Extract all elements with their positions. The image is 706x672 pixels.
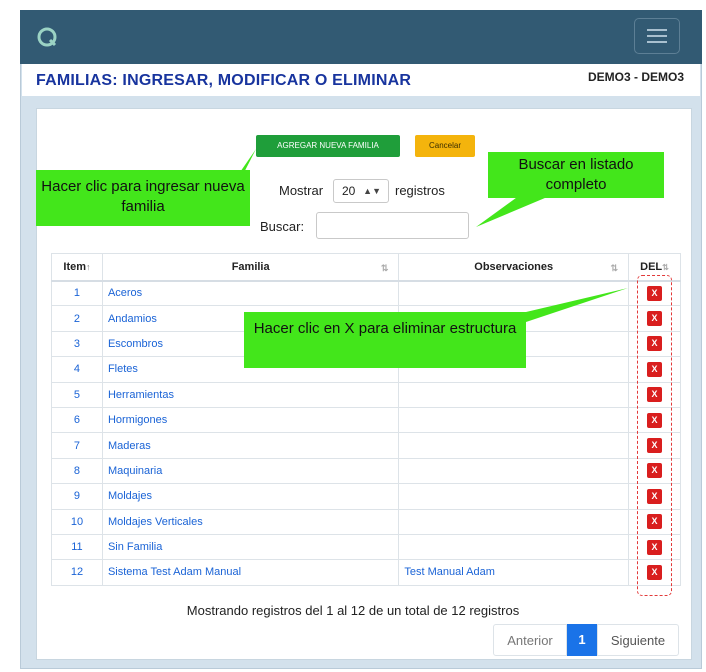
cell-item[interactable]: 8 — [51, 457, 103, 485]
sort-icon: ⇅ — [380, 263, 389, 273]
column-header-label: Familia — [231, 260, 270, 273]
pagination-page-1[interactable]: 1 — [567, 624, 597, 656]
column-header-label: Item — [63, 260, 87, 273]
show-label: Mostrar — [279, 183, 324, 198]
cell-familia[interactable]: Herramientas — [101, 381, 400, 408]
table-row[interactable]: 11 Sin Familia X — [51, 533, 681, 561]
cell-familia[interactable]: Maderas — [101, 432, 400, 459]
cell-item[interactable]: 7 — [51, 432, 103, 459]
user-label: DEMO3 - DEMO3 — [587, 70, 684, 84]
table-row[interactable]: 9 Moldajes X — [51, 483, 681, 510]
table-row[interactable]: 6 Hormigones X — [51, 406, 681, 434]
cell-observaciones[interactable] — [398, 457, 630, 485]
page-header: FAMILIAS: INGRESAR, MODIFICAR O ELIMINAR… — [22, 64, 700, 96]
page-size-select[interactable]: 20 ▲▼ — [333, 179, 389, 203]
sort-icon: ⇅ — [662, 262, 669, 272]
cell-observaciones[interactable] — [398, 381, 630, 408]
cell-observaciones[interactable] — [398, 279, 630, 307]
records-label: registros — [395, 183, 445, 198]
cancel-button[interactable]: Cancelar — [415, 135, 475, 157]
cell-item[interactable]: 11 — [51, 533, 103, 561]
cell-familia[interactable]: Moldajes — [101, 483, 400, 510]
column-header-familia[interactable]: Familia ⇅ — [101, 253, 400, 282]
delete-callout-text: Hacer clic en X para eliminar estructura — [253, 320, 517, 337]
cell-familia[interactable]: Sin Familia — [101, 533, 400, 561]
search-label: Buscar: — [260, 219, 305, 234]
cell-observaciones[interactable] — [398, 508, 630, 535]
add-callout: Hacer clic para ingresar nueva familia — [36, 170, 250, 226]
cell-familia[interactable]: Moldajes Verticales — [101, 508, 400, 535]
hamburger-menu-icon[interactable] — [634, 18, 680, 54]
cell-observaciones[interactable] — [398, 406, 630, 434]
pagination-next[interactable]: Siguiente — [597, 624, 679, 656]
add-family-button[interactable]: AGREGAR NUEVA FAMILIA — [256, 135, 400, 157]
cell-familia[interactable]: Aceros — [101, 279, 400, 307]
pagination-previous[interactable]: Anterior — [493, 624, 567, 656]
cell-observaciones[interactable] — [398, 483, 630, 510]
cell-observaciones[interactable] — [398, 533, 630, 561]
top-navbar — [20, 10, 702, 64]
search-callout-text: Buscar en listado completo — [518, 156, 634, 193]
search-callout: Buscar en listado completo — [488, 152, 664, 198]
cell-familia[interactable]: Hormigones — [101, 406, 400, 434]
column-header-label: Observaciones — [474, 260, 554, 273]
table-header-row: Item↑ Familia ⇅ Observaciones ⇅ DEL⇅ — [51, 253, 681, 282]
cell-item[interactable]: 12 — [51, 559, 103, 586]
families-table: Item↑ Familia ⇅ Observaciones ⇅ DEL⇅ 1 Ac… — [51, 253, 681, 586]
table-row[interactable]: 8 Maquinaria X — [51, 457, 681, 485]
sort-icon: ⇅ — [610, 263, 619, 273]
cell-item[interactable]: 5 — [51, 381, 103, 408]
cell-item[interactable]: 1 — [51, 279, 103, 307]
delete-column-highlight — [637, 275, 672, 596]
logo-icon[interactable] — [35, 25, 59, 49]
cell-observaciones[interactable]: Test Manual Adam — [398, 559, 630, 586]
page-size-value: 20 — [342, 184, 356, 198]
select-arrow-icon: ▲▼ — [363, 186, 381, 196]
table-row[interactable]: 5 Herramientas X — [51, 381, 681, 408]
cell-observaciones[interactable] — [398, 432, 630, 459]
cell-item[interactable]: 10 — [51, 508, 103, 535]
page-title: FAMILIAS: INGRESAR, MODIFICAR O ELIMINAR — [36, 72, 412, 89]
column-header-observaciones[interactable]: Observaciones ⇅ — [398, 253, 630, 282]
table-row[interactable]: 12 Sistema Test Adam Manual Test Manual Ad… — [51, 559, 681, 586]
cell-item[interactable]: 4 — [51, 356, 103, 383]
table-row[interactable]: 1 Aceros X — [51, 279, 681, 307]
table-info: Mostrando registros del 1 al 12 de un to… — [186, 603, 520, 618]
cell-item[interactable]: 9 — [51, 483, 103, 510]
sort-asc-icon: ↑ — [86, 261, 91, 272]
cell-item[interactable]: 2 — [51, 305, 103, 332]
cell-familia[interactable]: Maquinaria — [101, 457, 400, 485]
delete-callout: Hacer clic en X para eliminar estructura — [244, 312, 526, 368]
column-header-label: DEL — [640, 260, 663, 273]
column-header-item[interactable]: Item↑ — [51, 253, 103, 282]
cell-item[interactable]: 6 — [51, 406, 103, 434]
add-callout-text: Hacer clic para ingresar nueva familia — [41, 178, 245, 215]
table-row[interactable]: 10 Moldajes Verticales X — [51, 508, 681, 535]
search-input[interactable] — [316, 212, 469, 239]
table-row[interactable]: 7 Maderas X — [51, 432, 681, 459]
cell-item[interactable]: 3 — [51, 330, 103, 358]
cell-familia[interactable]: Sistema Test Adam Manual — [101, 559, 400, 586]
